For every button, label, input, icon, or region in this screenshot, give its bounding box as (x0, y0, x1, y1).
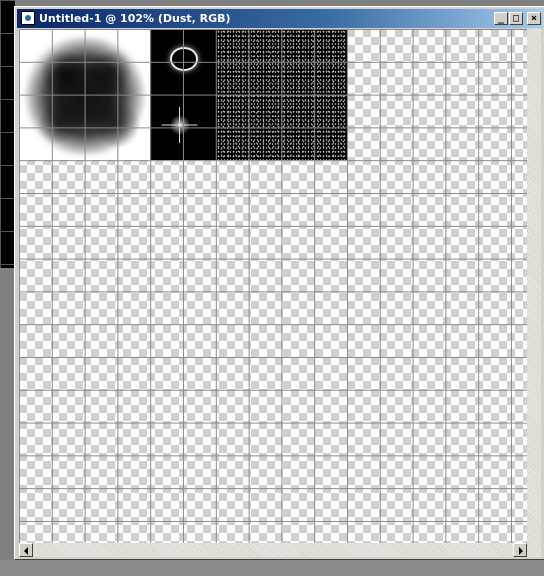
flare-ring-sprite (170, 47, 198, 71)
vertical-scroll-track[interactable] (527, 29, 541, 557)
title-bar[interactable]: Untitled-1 @ 102% (Dust, RGB) _ □ × (17, 9, 543, 28)
document-window[interactable]: Untitled-1 @ 102% (Dust, RGB) _ □ × (14, 6, 544, 560)
close-button[interactable]: × (527, 12, 541, 25)
dust-cloud-tile (19, 29, 150, 160)
minimize-button[interactable]: _ (494, 12, 508, 25)
chevron-right-icon (519, 547, 523, 555)
document-canvas[interactable] (19, 29, 527, 543)
window-title: Untitled-1 @ 102% (Dust, RGB) (39, 12, 231, 25)
flare-star-sprite (162, 107, 198, 143)
maximize-button[interactable]: □ (509, 12, 523, 25)
minimize-icon: _ (497, 13, 505, 24)
background-grid (0, 0, 15, 268)
flare-sprite-tile (150, 29, 216, 160)
close-icon: × (530, 13, 538, 24)
photoshop-document-icon[interactable] (21, 11, 35, 25)
horizontal-scrollbar[interactable] (19, 543, 527, 557)
chevron-left-icon (24, 547, 28, 555)
scroll-left-button[interactable] (19, 543, 33, 557)
scroll-right-button[interactable] (513, 543, 527, 557)
maximize-icon: □ (512, 13, 520, 24)
particle-noise-tile (216, 29, 347, 160)
desktop-strip (0, 560, 544, 576)
